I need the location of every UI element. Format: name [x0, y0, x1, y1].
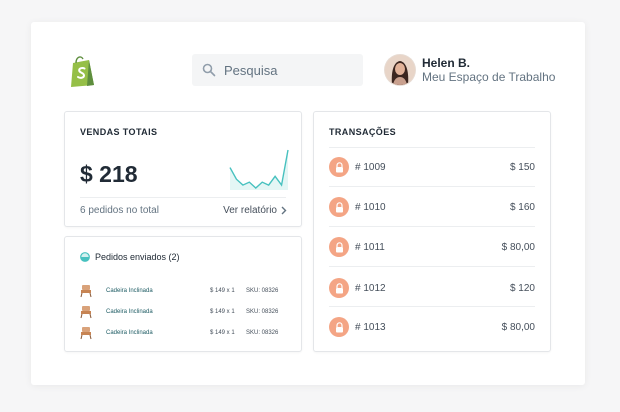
transaction-id: # 1010 [355, 201, 386, 213]
user-store-name: Meu Espaço de Trabalho [422, 69, 556, 84]
product-sku: SKU: 08326 [246, 309, 279, 315]
product-qty: $ 149 x 1 [210, 309, 235, 315]
view-report-link[interactable]: Ver relatório [223, 205, 287, 216]
transaction-row[interactable]: # 1012 $ 120 [329, 276, 535, 300]
order-line-item[interactable]: Cadeira Inclinada $ 149 x 1 SKU: 08326 [80, 283, 293, 299]
user-name: Helen B. [422, 55, 471, 70]
product-sku: SKU: 08326 [246, 330, 279, 336]
transaction-row[interactable]: # 1013 $ 80,00 [329, 315, 535, 339]
transaction-id: # 1012 [355, 282, 386, 294]
total-sales-title: VENDAS TOTAIS [80, 127, 158, 137]
divider [329, 186, 535, 187]
sales-sparkline [229, 149, 289, 190]
transaction-id: # 1013 [355, 321, 386, 333]
chevron-right-icon [281, 206, 287, 215]
order-line-item[interactable]: Cadeira Inclinada $ 149 x 1 SKU: 08326 [80, 304, 293, 320]
lock-icon [329, 317, 349, 337]
transaction-amount: $ 160 [509, 201, 535, 213]
transaction-id: # 1009 [355, 161, 386, 173]
transaction-amount: $ 120 [509, 282, 535, 294]
fulfilled-status-icon [80, 252, 90, 262]
transaction-amount: $ 80,00 [501, 241, 535, 253]
transaction-amount: $ 80,00 [501, 321, 535, 333]
transactions-title: TRANSAÇÕES [329, 127, 397, 137]
divider [329, 147, 535, 148]
shipped-orders-card: Pedidos enviados (2) Cadeira Inclinada $… [64, 236, 302, 352]
search-icon [202, 63, 216, 77]
total-sales-amount: $ 218 [80, 161, 138, 187]
divider [329, 306, 535, 307]
shopify-logo-icon[interactable] [67, 54, 97, 88]
product-name: Cadeira Inclinada [106, 288, 153, 294]
lock-icon [329, 197, 349, 217]
total-sales-card: VENDAS TOTAIS $ 218 6 pedidos no total V… [64, 111, 302, 227]
lock-icon [329, 237, 349, 257]
search-placeholder: Pesquisa [224, 62, 278, 78]
transactions-card: TRANSAÇÕES # 1009 $ 150 # 1010 $ 160 # 1… [313, 111, 551, 352]
transaction-row[interactable]: # 1009 $ 150 [329, 155, 535, 179]
shipped-orders-header: Pedidos enviados (2) [80, 252, 180, 262]
lock-icon [329, 278, 349, 298]
avatar [385, 55, 415, 85]
chair-product-icon [80, 327, 92, 340]
product-qty: $ 149 x 1 [210, 330, 235, 336]
user-menu[interactable]: Helen B. Meu Espaço de Trabalho [385, 55, 555, 85]
transaction-id: # 1011 [355, 241, 385, 253]
dashboard-window: Pesquisa Helen B. Meu Espaço de Trabalho… [31, 22, 585, 385]
product-name: Cadeira Inclinada [106, 330, 153, 336]
transaction-amount: $ 150 [509, 161, 535, 173]
avatar-image-icon [385, 55, 415, 85]
order-line-item[interactable]: Cadeira Inclinada $ 149 x 1 SKU: 08326 [80, 325, 293, 341]
divider [329, 266, 535, 267]
orders-total-text: 6 pedidos no total [80, 205, 159, 216]
sparkline-area [230, 150, 288, 190]
shipped-orders-title: Pedidos enviados (2) [95, 252, 180, 262]
divider [329, 226, 535, 227]
lock-icon [329, 157, 349, 177]
product-sku: SKU: 08326 [246, 288, 279, 294]
chair-product-icon [80, 285, 92, 298]
product-qty: $ 149 x 1 [210, 288, 235, 294]
divider [80, 197, 286, 198]
search-input[interactable]: Pesquisa [192, 54, 363, 86]
chair-product-icon [80, 306, 92, 319]
view-report-label: Ver relatório [223, 205, 277, 216]
transaction-row[interactable]: # 1010 $ 160 [329, 195, 535, 219]
product-name: Cadeira Inclinada [106, 309, 153, 315]
transaction-row[interactable]: # 1011 $ 80,00 [329, 235, 535, 259]
